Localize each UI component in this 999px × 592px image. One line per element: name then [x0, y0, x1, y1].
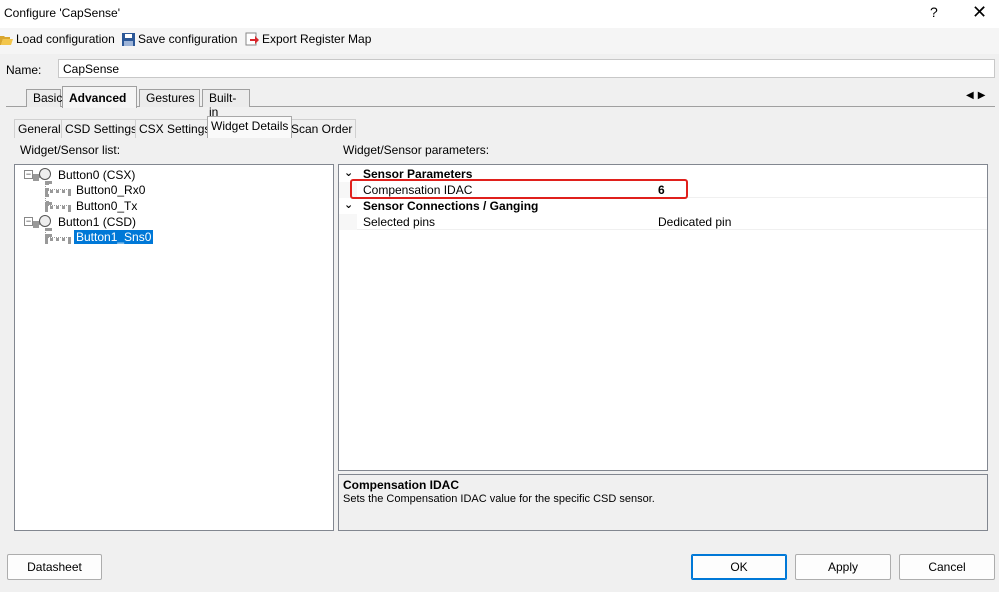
tab-csx-settings[interactable]: CSX Settings [135, 119, 215, 138]
category-label: Sensor Connections / Ganging [363, 199, 539, 213]
tab-built-in[interactable]: Built-in [202, 89, 250, 119]
property-grid[interactable]: ⌄ Sensor Parameters Compensation IDAC 6 … [338, 164, 988, 471]
tree-item-button0-rx0[interactable]: Button0_Rx0 [76, 183, 145, 197]
title-bar: Configure 'CapSense' ? ✕ [0, 0, 999, 28]
load-configuration-label: Load configuration [16, 32, 115, 46]
collapse-icon[interactable]: − [24, 217, 33, 226]
widget-sensor-parameters-title: Widget/Sensor parameters: [343, 143, 490, 157]
tree-item-button0[interactable]: Button0 (CSX) [58, 168, 135, 182]
name-label: Name: [6, 63, 42, 77]
row-gutter [339, 214, 357, 230]
save-configuration-label: Save configuration [138, 32, 238, 46]
description-text: Sets the Compensation IDAC value for the… [343, 493, 655, 505]
tab-scan-order[interactable]: Scan Order [287, 119, 357, 138]
chevron-down-icon[interactable]: ⌄ [344, 198, 353, 211]
tree-connector [45, 189, 71, 193]
help-button[interactable]: ? [930, 4, 938, 20]
tab-basic[interactable]: Basic [26, 89, 62, 107]
tab-scroll-right-icon[interactable]: ▶ [978, 90, 990, 101]
tab-csd-settings[interactable]: CSD Settings [61, 119, 142, 138]
property-value[interactable]: Dedicated pin [658, 215, 731, 229]
floppy-disk-icon [122, 32, 135, 46]
toolbar: Load configuration Save configuration Ex… [0, 28, 999, 54]
datasheet-button[interactable]: Datasheet [7, 554, 102, 580]
tree-connector [45, 237, 71, 241]
tree-item-button1[interactable]: Button1 (CSD) [58, 215, 136, 229]
export-register-map-button[interactable]: Export Register Map [245, 32, 371, 46]
window-title: Configure 'CapSense' [4, 6, 120, 20]
name-input[interactable] [58, 59, 995, 78]
description-title: Compensation IDAC [343, 478, 460, 492]
widget-node-icon [39, 215, 51, 227]
export-icon [245, 32, 259, 46]
widget-sensor-list-title: Widget/Sensor list: [20, 143, 121, 157]
highlight-annotation-box [350, 179, 688, 199]
tree-connector [45, 181, 49, 205]
tree-item-button1-sns0[interactable]: Button1_Sns0 [74, 230, 154, 244]
tree-connector [45, 205, 71, 209]
close-button[interactable]: ✕ [972, 2, 987, 23]
folder-open-icon [0, 35, 13, 45]
property-description-panel: Compensation IDAC Sets the Compensation … [338, 474, 988, 531]
widget-node-icon [39, 168, 51, 180]
collapse-icon[interactable]: − [24, 170, 33, 179]
ok-button[interactable]: OK [691, 554, 787, 580]
category-sensor-connections[interactable]: ⌄ Sensor Connections / Ganging [339, 198, 987, 214]
name-row: Name: [0, 58, 999, 80]
main-tab-strip: Basic Advanced Gestures Built-in ◀▶ [0, 86, 999, 119]
tab-gestures[interactable]: Gestures [139, 89, 200, 107]
sub-tab-strip: General CSD Settings CSX Settings Widget… [0, 116, 999, 138]
property-row-selected-pins[interactable]: Selected pins Dedicated pin [339, 214, 987, 230]
tree-item-button0-tx[interactable]: Button0_Tx [76, 199, 137, 213]
tab-scroll-arrows[interactable]: ◀▶ [966, 90, 989, 101]
tab-scroll-left-icon[interactable]: ◀ [966, 90, 978, 101]
export-register-map-label: Export Register Map [262, 32, 372, 46]
tree-connector [45, 228, 49, 237]
load-configuration-button[interactable]: Load configuration [0, 32, 115, 46]
chevron-down-icon[interactable]: ⌄ [344, 166, 353, 179]
widget-sensor-tree[interactable]: − Button0 (CSX) Button0_Rx0 Button0_Tx −… [14, 164, 334, 531]
save-configuration-button[interactable]: Save configuration [122, 32, 237, 46]
tab-general[interactable]: General [14, 119, 65, 138]
cancel-button[interactable]: Cancel [899, 554, 995, 580]
apply-button[interactable]: Apply [795, 554, 891, 580]
tab-advanced[interactable]: Advanced [62, 86, 137, 108]
property-name: Selected pins [363, 215, 436, 229]
tab-widget-details[interactable]: Widget Details [207, 116, 293, 138]
